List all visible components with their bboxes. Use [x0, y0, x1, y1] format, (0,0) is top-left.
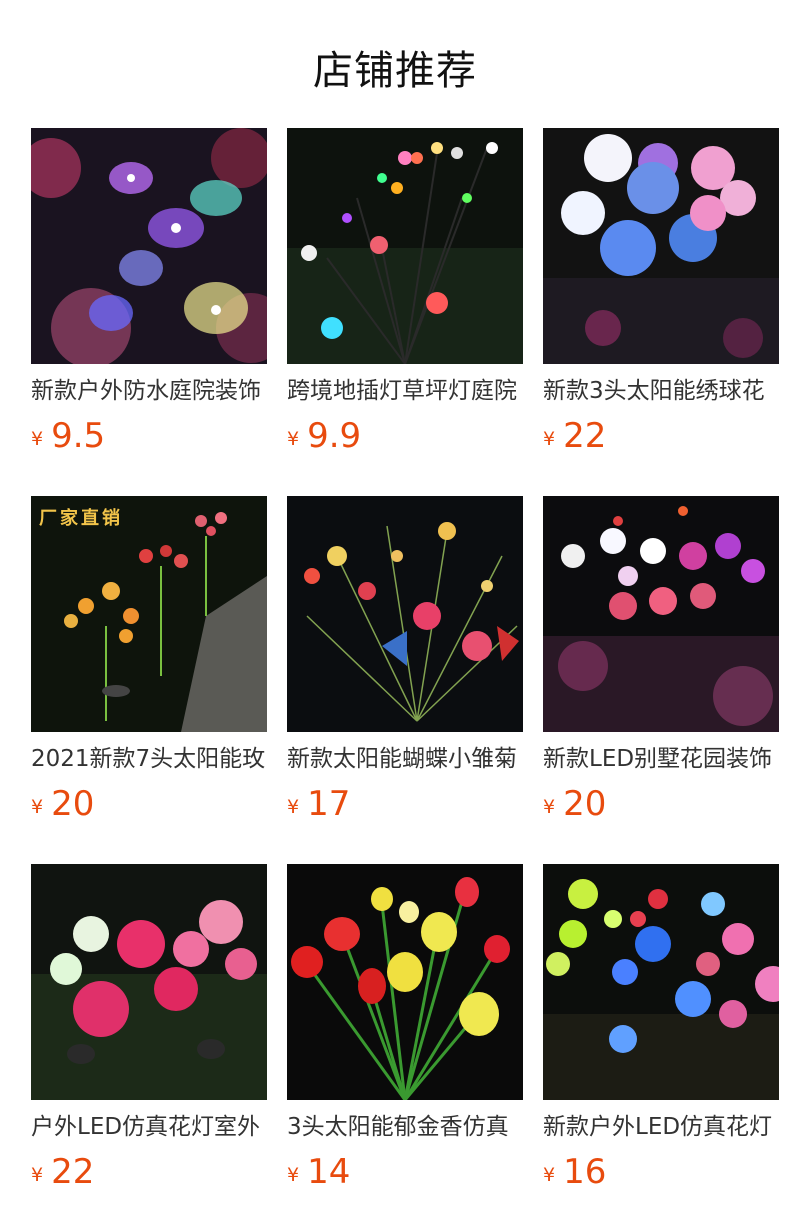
currency-symbol: ¥	[31, 428, 44, 450]
product-price: ¥9.5	[31, 416, 105, 456]
currency-symbol: ¥	[543, 796, 556, 818]
product-card[interactable]: 新款户外防水庭院装饰 ¥9.5	[31, 128, 267, 496]
product-card[interactable]: 新款3头太阳能绣球花 ¥22	[543, 128, 779, 496]
price-amount: 16	[563, 1152, 607, 1192]
product-card[interactable]: 新款户外LED仿真花灯 ¥16	[543, 864, 779, 1232]
product-grid: 新款户外防水庭院装饰 ¥9.5 跨境地插灯草坪灯庭院 ¥ 9.9 新款3头太阳能…	[31, 128, 779, 1232]
product-name[interactable]: 新款户外防水庭院装饰	[31, 376, 267, 406]
currency-symbol: ¥	[31, 796, 44, 818]
price-amount: 20	[51, 784, 95, 824]
price-amount: 14	[307, 1152, 351, 1192]
product-price: ¥22	[31, 1152, 94, 1192]
product-price: ¥20	[543, 784, 606, 824]
currency-symbol: ¥	[543, 428, 556, 450]
currency-symbol: ¥	[287, 1164, 300, 1186]
price-amount: 22	[51, 1152, 95, 1192]
product-price: ¥14	[287, 1152, 350, 1192]
product-name[interactable]: 新款LED别墅花园装饰	[543, 744, 779, 774]
product-image[interactable]	[543, 496, 779, 732]
product-price: ¥16	[543, 1152, 606, 1192]
product-name[interactable]: 新款太阳能蝴蝶小雏菊	[287, 744, 523, 774]
currency-symbol: ¥	[287, 796, 300, 818]
product-image[interactable]	[287, 496, 523, 732]
price-amount: 20	[563, 784, 607, 824]
product-name[interactable]: 新款户外LED仿真花灯	[543, 1112, 779, 1142]
price-amount: 22	[563, 416, 607, 456]
product-name[interactable]: 户外LED仿真花灯室外	[31, 1112, 267, 1142]
product-image[interactable]: 厂家直销	[31, 496, 267, 732]
currency-symbol: ¥	[31, 1164, 44, 1186]
product-name[interactable]: 3头太阳能郁金香仿真	[287, 1112, 523, 1142]
product-price: ¥22	[543, 416, 606, 456]
currency-symbol: ¥	[543, 1164, 556, 1186]
price-amount: 17	[307, 784, 351, 824]
product-card[interactable]: 跨境地插灯草坪灯庭院 ¥9.9	[287, 128, 523, 496]
currency-symbol: ¥	[287, 428, 300, 450]
product-card[interactable]: 新款LED别墅花园装饰 ¥20	[543, 496, 779, 864]
product-card[interactable]: 厂家直销 2021新款7头太阳能玫 ¥20	[31, 496, 267, 864]
price-amount: 9.5	[51, 416, 106, 456]
product-image[interactable]	[31, 128, 267, 364]
product-image[interactable]	[287, 864, 523, 1100]
product-image[interactable]	[543, 864, 779, 1100]
product-price: ¥17	[287, 784, 350, 824]
product-image[interactable]	[31, 864, 267, 1100]
product-image[interactable]	[287, 128, 523, 364]
product-name[interactable]: 2021新款7头太阳能玫	[31, 744, 267, 774]
promo-badge: 厂家直销	[39, 508, 123, 529]
product-name[interactable]: 跨境地插灯草坪灯庭院	[287, 376, 523, 406]
product-card[interactable]: 新款太阳能蝴蝶小雏菊 ¥17	[287, 496, 523, 864]
product-card[interactable]: 3头太阳能郁金香仿真 ¥14	[287, 864, 523, 1232]
product-name[interactable]: 新款3头太阳能绣球花	[543, 376, 779, 406]
product-price: ¥9.9	[287, 416, 361, 456]
product-image[interactable]	[543, 128, 779, 364]
product-price: ¥20	[31, 784, 94, 824]
price-amount: 9.9	[307, 416, 362, 456]
section-title: 店铺推荐	[313, 48, 477, 94]
product-card[interactable]: 户外LED仿真花灯室外 ¥22	[31, 864, 267, 1232]
